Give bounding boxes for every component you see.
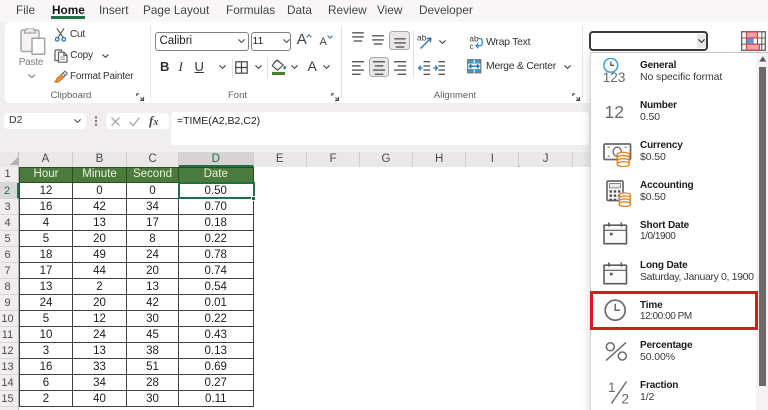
svg-text:1: 1: [608, 380, 616, 395]
svg-text:c: c: [470, 42, 474, 49]
svg-text:2: 2: [621, 392, 629, 406]
svg-text:ab: ab: [417, 33, 427, 43]
